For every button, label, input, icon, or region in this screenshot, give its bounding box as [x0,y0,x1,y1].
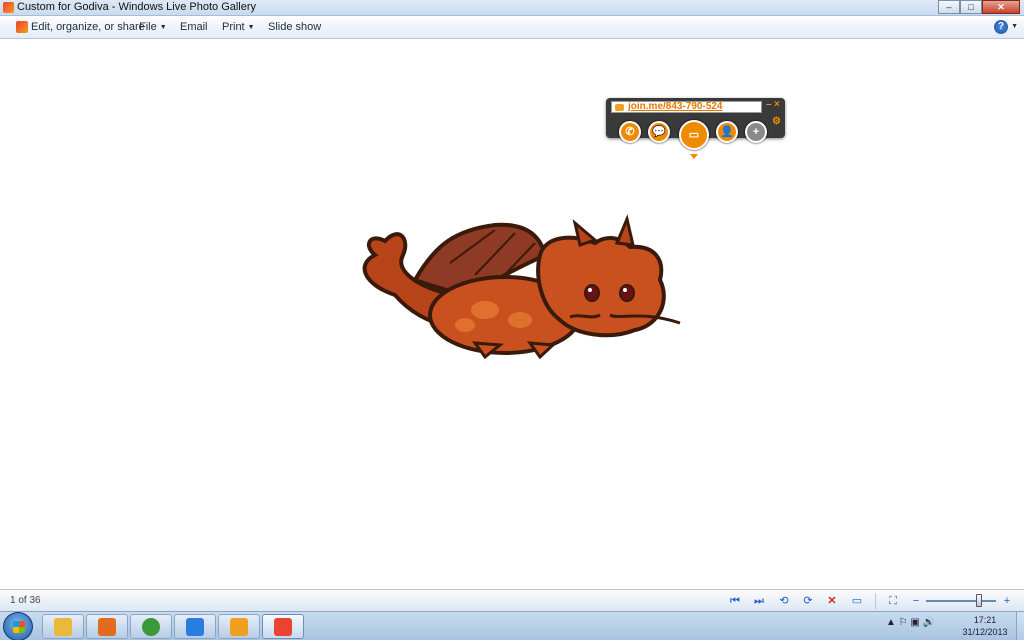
photo-count: 1 of 36 [10,595,41,606]
palette-icon [186,618,204,636]
slideshow-icon[interactable]: ▭ [850,594,864,608]
previous-icon[interactable]: ⏮ [728,594,742,608]
help-button[interactable]: ? [994,20,1008,34]
rotate-left-icon[interactable]: ⟲ [777,594,791,608]
joinme-close-button[interactable]: × [774,99,780,110]
print-menu[interactable]: Print ▼ [222,21,255,33]
minimize-button[interactable]: – [938,0,960,14]
chevron-down-icon: ▼ [247,23,255,31]
clock-date: 31/12/2013 [962,627,1008,637]
dragon-image [362,214,681,360]
title-bar: Custom for Godiva - Windows Live Photo G… [0,0,1024,16]
media-player-icon [98,618,116,636]
joinme-minimize-button[interactable]: – [766,99,772,110]
zoom-slider-track[interactable] [926,600,996,602]
window-controls: – □ ✕ [938,0,1020,14]
screen-share-caret-icon [690,154,698,159]
taskbar-chrome[interactable] [130,614,172,639]
chevron-down-icon: ▼ [159,23,167,31]
screen-share-icon[interactable]: ▭ [679,120,709,150]
joinme-icon [230,618,248,636]
joinme-url-box[interactable]: join.me/843-790-524 [611,101,762,113]
viewer-toolbar: 1 of 36 ⏮ ⏭ ⟲ ⟳ ✕ ▭ ⛶ − + [0,589,1024,611]
delete-icon[interactable]: ✕ [825,594,839,608]
edit-organize-share-button[interactable]: Edit, organize, or share [31,21,145,33]
chrome-icon [142,618,160,636]
taskbar-photo-gallery[interactable] [262,614,304,639]
folder-icon [54,618,72,636]
gear-icon[interactable]: ⚙ [772,116,781,127]
file-menu[interactable]: File ▼ [139,21,167,33]
next-icon[interactable]: ⏭ [752,594,766,608]
joinme-logo-icon [615,104,624,111]
file-menu-label: File [139,21,157,33]
joinme-url[interactable]: join.me/843-790-524 [628,101,723,112]
windows-logo-icon [13,621,25,633]
chevron-down-icon[interactable]: ▼ [1011,23,1018,30]
taskbar-media-player[interactable] [86,614,128,639]
close-button[interactable]: ✕ [982,0,1020,14]
taskbar-explorer[interactable] [42,614,84,639]
clock-time: 17:21 [973,615,997,625]
toolbar-divider [875,593,876,609]
photo-gallery-app-icon [3,2,14,13]
people-icon[interactable]: 👤 [716,121,738,143]
taskbar: ▲ ⚐ ▣ 🔊 17:21 31/12/2013 [0,611,1024,640]
phone-icon[interactable]: ✆ [619,121,641,143]
rotate-right-icon[interactable]: ⟳ [801,594,815,608]
zoom-in-icon[interactable]: + [1000,594,1014,608]
system-tray[interactable]: ▲ ⚐ ▣ 🔊 [886,617,935,628]
taskbar-color-app[interactable] [174,614,216,639]
print-menu-label: Print [222,21,245,33]
maximize-button[interactable]: □ [960,0,982,14]
edit-organize-icon [16,21,28,33]
fit-to-window-icon[interactable]: ⛶ [886,594,900,608]
slide-show-button[interactable]: Slide show [268,21,321,33]
add-icon[interactable]: + [745,121,767,143]
clock[interactable]: 17:21 31/12/2013 [960,614,1010,638]
zoom-slider-thumb[interactable] [975,594,982,607]
taskbar-joinme[interactable] [218,614,260,639]
photo-gallery-icon [274,618,292,636]
start-button[interactable] [3,612,33,640]
email-button[interactable]: Email [180,21,208,33]
window-title: Custom for Godiva - Windows Live Photo G… [17,1,257,13]
command-bar: Edit, organize, or share File ▼ Email Pri… [0,17,1024,39]
zoom-out-icon[interactable]: − [909,594,923,608]
chat-icon[interactable]: 💬 [648,121,670,143]
show-desktop-button[interactable] [1016,612,1024,640]
